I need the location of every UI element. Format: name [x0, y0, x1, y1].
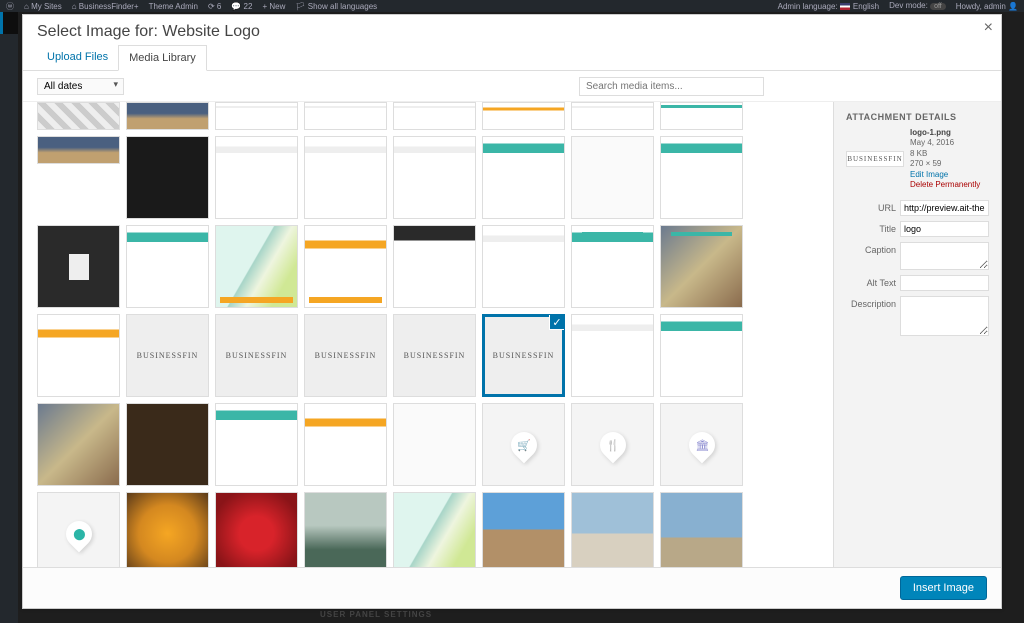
media-thumb[interactable]	[660, 314, 743, 397]
media-thumb[interactable]	[304, 136, 387, 219]
media-thumb[interactable]	[482, 136, 565, 219]
tab-media-library[interactable]: Media Library	[118, 45, 207, 71]
modal-header: Select Image for: Website Logo ×	[23, 15, 1001, 45]
media-thumb[interactable]: ⬤	[37, 492, 120, 567]
media-thumb[interactable]	[482, 492, 565, 567]
media-thumb[interactable]: 🍴	[571, 403, 654, 486]
media-thumb[interactable]	[37, 314, 120, 397]
media-thumb[interactable]	[304, 403, 387, 486]
comments-link[interactable]: 💬 22	[231, 2, 252, 11]
fork-icon: 🍴	[606, 438, 620, 451]
media-thumb[interactable]	[393, 492, 476, 567]
url-label: URL	[846, 200, 896, 213]
wp-logo-icon[interactable]: ⓦ	[6, 1, 14, 12]
attachment-preview-thumb: BUSINESSFIN	[846, 151, 904, 167]
modal-title: Select Image for: Website Logo	[37, 23, 987, 41]
media-thumb[interactable]	[571, 314, 654, 397]
admin-language[interactable]: Admin language: English	[778, 2, 880, 11]
media-thumb[interactable]	[37, 136, 120, 164]
media-thumb[interactable]	[482, 102, 565, 130]
media-thumb[interactable]: 🛒	[482, 403, 565, 486]
media-grid[interactable]: BUSINESSFIN BUSINESSFIN BUSINESSFIN BUSI…	[23, 102, 833, 567]
media-thumb[interactable]	[482, 225, 565, 308]
media-thumb[interactable]: 🏛	[660, 403, 743, 486]
underlying-heading: USER PANEL SETTINGS	[320, 610, 432, 619]
media-toolbar: All dates	[23, 71, 1001, 102]
media-thumb[interactable]	[126, 403, 209, 486]
dev-mode[interactable]: Dev mode: off	[889, 1, 946, 11]
attachment-details-heading: ATTACHMENT DETAILS	[846, 112, 989, 122]
site-name-link[interactable]: ⌂ BusinessFinder+	[72, 2, 139, 11]
media-thumb[interactable]	[571, 492, 654, 567]
delete-permanently-link[interactable]: Delete Permanently	[910, 180, 980, 189]
edit-image-link[interactable]: Edit Image	[910, 170, 948, 179]
tab-upload-files[interactable]: Upload Files	[37, 45, 118, 70]
bank-icon: 🏛	[695, 438, 709, 451]
url-field[interactable]	[900, 200, 989, 216]
media-thumb[interactable]	[304, 225, 387, 308]
attachment-meta: logo-1.png May 4, 2016 8 KB 270 × 59 Edi…	[910, 128, 980, 190]
media-thumb[interactable]	[393, 136, 476, 219]
caption-label: Caption	[846, 242, 896, 255]
pin-icon: ⬤	[72, 527, 84, 540]
new-link[interactable]: + New	[262, 2, 285, 11]
media-thumb[interactable]	[215, 403, 298, 486]
admin-bar: ⓦ ⌂ My Sites ⌂ BusinessFinder+ Theme Adm…	[0, 0, 1024, 12]
media-thumb[interactable]	[660, 102, 743, 130]
media-thumb[interactable]: BUSINESSFIN	[215, 314, 298, 397]
description-label: Description	[846, 296, 896, 309]
media-thumb[interactable]	[304, 102, 387, 130]
close-icon[interactable]: ×	[984, 19, 993, 37]
media-thumb[interactable]: BUSINESSFIN	[393, 314, 476, 397]
updates-link[interactable]: ⟳ 6	[208, 2, 221, 11]
media-thumb[interactable]	[215, 492, 298, 567]
admin-menu-collapsed[interactable]	[0, 12, 18, 623]
modal-footer: Insert Image	[23, 567, 1001, 608]
media-thumb[interactable]	[660, 136, 743, 219]
media-thumb[interactable]	[571, 136, 654, 219]
title-label: Title	[846, 221, 896, 234]
media-thumb[interactable]	[571, 102, 654, 130]
media-thumb[interactable]	[126, 136, 209, 219]
media-thumb[interactable]: BUSINESSFIN	[126, 314, 209, 397]
media-thumb[interactable]: BUSINESSFIN	[304, 314, 387, 397]
alt-text-label: Alt Text	[846, 275, 896, 288]
media-thumb[interactable]	[393, 102, 476, 130]
media-thumb[interactable]	[37, 102, 120, 130]
media-thumb[interactable]	[215, 102, 298, 130]
media-thumb[interactable]	[660, 492, 743, 567]
media-thumb-selected[interactable]: BUSINESSFIN✓	[482, 314, 565, 397]
media-thumb[interactable]	[304, 492, 387, 567]
media-thumb[interactable]	[393, 403, 476, 486]
cart-icon: 🛒	[517, 438, 531, 451]
theme-admin-link[interactable]: Theme Admin	[149, 2, 198, 11]
check-icon: ✓	[549, 314, 565, 330]
title-field[interactable]	[900, 221, 989, 237]
howdy-link[interactable]: Howdy, admin 👤	[956, 2, 1018, 11]
media-thumb[interactable]	[126, 225, 209, 308]
description-field[interactable]	[900, 296, 989, 336]
media-thumb[interactable]	[37, 403, 120, 486]
media-tabs: Upload Files Media Library	[23, 45, 1001, 71]
media-thumb[interactable]	[215, 225, 298, 308]
media-thumb[interactable]	[571, 225, 654, 308]
media-thumb[interactable]	[660, 225, 743, 308]
media-thumb[interactable]	[215, 136, 298, 219]
insert-image-button[interactable]: Insert Image	[900, 576, 987, 600]
media-thumb[interactable]	[126, 102, 209, 130]
attachment-details-panel: ATTACHMENT DETAILS BUSINESSFIN logo-1.pn…	[833, 102, 1001, 567]
date-filter-select[interactable]: All dates	[37, 78, 124, 95]
media-thumb[interactable]	[37, 225, 120, 308]
caption-field[interactable]	[900, 242, 989, 270]
alt-text-field[interactable]	[900, 275, 989, 291]
my-sites-link[interactable]: ⌂ My Sites	[24, 2, 62, 11]
media-thumb[interactable]	[126, 492, 209, 567]
languages-link[interactable]: 🏳 Show all languages	[295, 2, 377, 11]
search-input[interactable]	[579, 77, 764, 96]
media-modal: Select Image for: Website Logo × Upload …	[22, 14, 1002, 609]
media-thumb[interactable]	[393, 225, 476, 308]
